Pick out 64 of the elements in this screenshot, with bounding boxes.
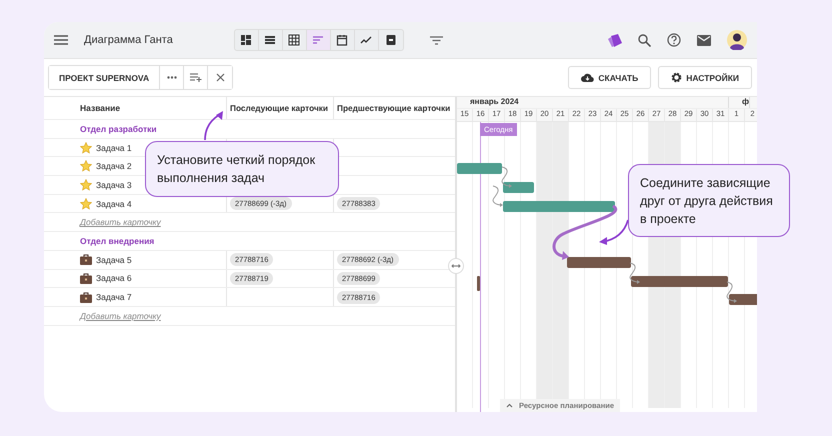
menu-icon[interactable]	[54, 35, 68, 45]
callout: Соедините зависящие друг от друга действия в проекте	[628, 164, 790, 237]
briefcase-icon	[80, 292, 92, 303]
add-card-link[interactable]: Добавить карточку	[44, 217, 161, 228]
project-button[interactable]: ПРОЕКТ SUPERNOVA	[49, 66, 160, 89]
connector-line	[501, 166, 513, 188]
calendar-icon	[336, 34, 348, 46]
group-title[interactable]: Отдел внедрения	[44, 236, 154, 246]
connector-line	[629, 262, 641, 284]
dashboard-icon	[240, 34, 252, 46]
caret-up-icon	[506, 403, 513, 408]
settings-button[interactable]: НАСТРОЙКИ	[658, 66, 752, 89]
avatar-icon[interactable]	[727, 30, 747, 50]
month-label: январь 2024	[457, 97, 729, 108]
add-card-link[interactable]: Добавить карточку	[44, 310, 161, 321]
grid-icon	[288, 34, 300, 46]
task-bar[interactable]	[631, 276, 728, 287]
task-name[interactable]: Задача 6	[96, 273, 132, 284]
task-name[interactable]: Задача 3	[96, 180, 132, 190]
star-icon	[80, 160, 92, 172]
column-header: Название	[79, 102, 122, 115]
briefcase-icon	[80, 254, 92, 266]
task-bar[interactable]	[457, 163, 502, 174]
cloud-download-icon	[581, 73, 594, 82]
callout: Установите четкий порядок выполнения задач	[145, 141, 339, 197]
search-icon[interactable]	[638, 34, 651, 46]
star-icon	[80, 178, 92, 191]
callout-arrow	[204, 111, 223, 140]
dots-icon	[166, 76, 177, 79]
connector-line	[492, 185, 504, 207]
filter-icon[interactable]	[430, 36, 443, 44]
list-icon	[264, 34, 276, 46]
column-header: Последующие карточки	[226, 97, 333, 119]
briefcase-icon	[80, 272, 92, 284]
mail-icon[interactable]	[697, 34, 711, 46]
task-bar[interactable]	[567, 256, 631, 268]
task-name[interactable]: Задача 2	[96, 161, 132, 172]
gantt-icon	[312, 34, 324, 46]
column-header: Предшествующие карточки	[333, 97, 455, 119]
download-button[interactable]: СКАЧАТЬ	[568, 66, 652, 89]
star-icon	[80, 142, 92, 154]
task-bar[interactable]	[503, 200, 615, 212]
task-bar[interactable]	[503, 182, 534, 194]
help-icon[interactable]	[667, 33, 681, 47]
settings-icon	[671, 72, 682, 83]
archive-icon	[384, 34, 397, 46]
app-title: Диаграмма Ганта	[84, 34, 173, 46]
chart-icon	[360, 34, 372, 46]
close-icon	[216, 73, 225, 82]
resize-handle-icon[interactable]	[448, 258, 464, 274]
group-title[interactable]: Отдел разработки	[44, 124, 157, 134]
list-plus-icon	[190, 73, 202, 82]
task-name[interactable]: Задача 4	[96, 198, 132, 209]
dependency-arrow	[552, 204, 617, 260]
task-name[interactable]: Задача 7	[96, 292, 132, 302]
task-bar[interactable]	[729, 294, 757, 306]
task-name[interactable]: Задача 1	[96, 142, 132, 153]
month-label: ф	[729, 97, 750, 108]
gantt-view-tab[interactable]	[306, 30, 331, 50]
task-name[interactable]: Задача 5	[96, 254, 132, 265]
connector-line	[726, 281, 738, 303]
callout-arrow	[599, 220, 629, 245]
tag-icon[interactable]	[608, 34, 622, 46]
star-icon	[80, 198, 92, 210]
